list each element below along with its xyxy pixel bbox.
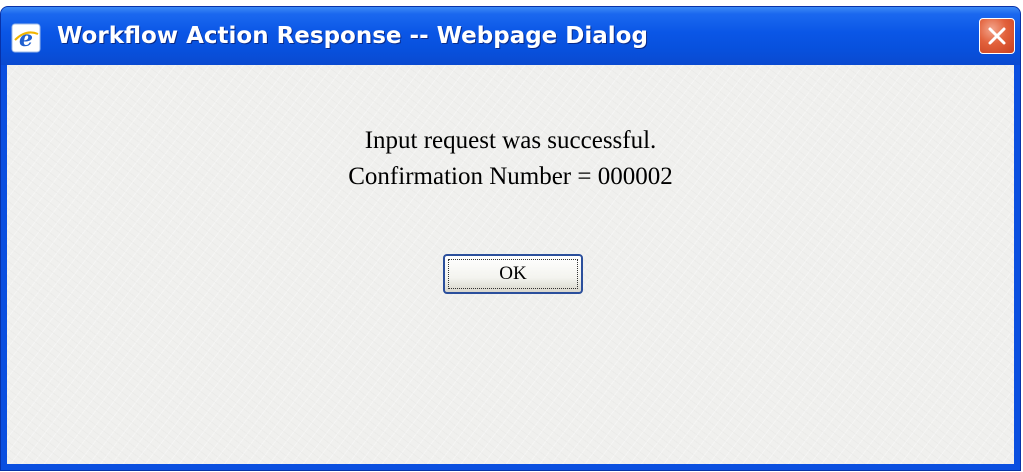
confirmation-number: Confirmation Number = 000002 (348, 163, 673, 190)
ok-button-label: OK (499, 263, 527, 284)
close-button[interactable] (979, 18, 1015, 54)
window-title: Workflow Action Response -- Webpage Dial… (57, 23, 648, 49)
title-bar[interactable]: e Workflow Action Response -- Webpage Di… (1, 7, 1020, 65)
ok-button[interactable]: OK (443, 254, 583, 294)
close-icon (988, 27, 1006, 45)
ie-icon: e (11, 23, 41, 53)
svg-text:e: e (19, 26, 33, 52)
success-message: Input request was successful. (364, 127, 657, 154)
dialog-window: e Workflow Action Response -- Webpage Di… (0, 6, 1021, 471)
message-text: Input request was successful. Confirmati… (7, 123, 1014, 195)
dialog-content: Input request was successful. Confirmati… (7, 65, 1014, 464)
